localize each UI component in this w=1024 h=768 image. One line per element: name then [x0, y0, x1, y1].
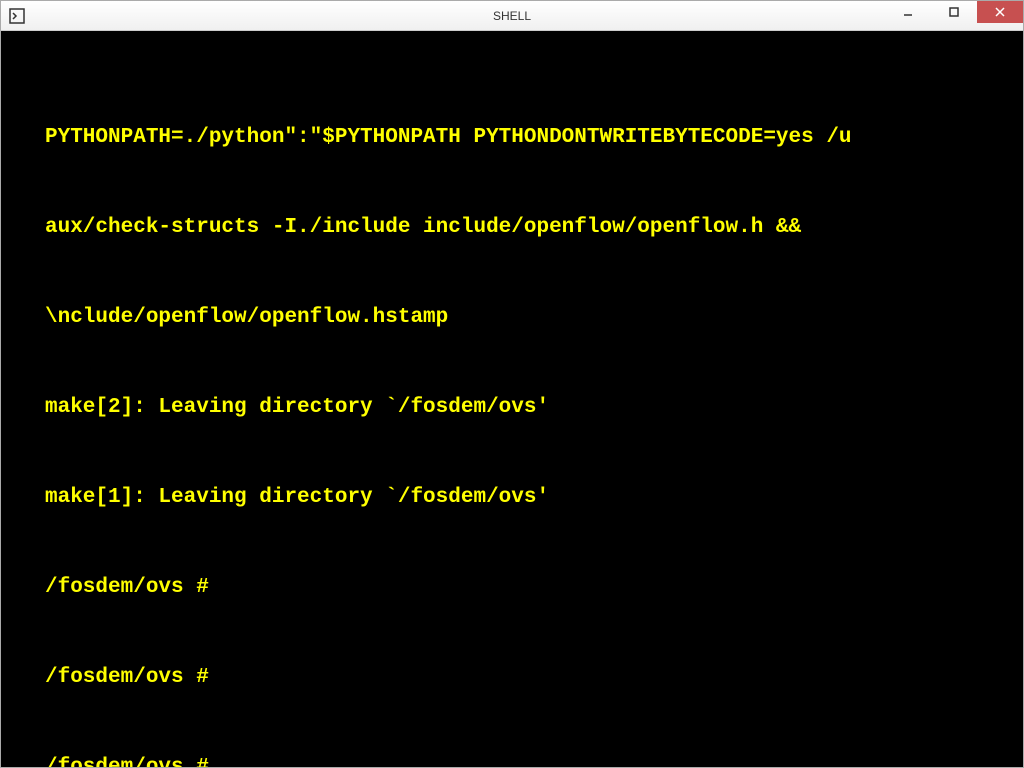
terminal-line: /fosdem/ovs # [45, 663, 1023, 693]
terminal-line: \nclude/openflow/openflow.hstamp [45, 303, 1023, 333]
close-button[interactable] [977, 1, 1023, 23]
terminal-line: /fosdem/ovs # [45, 573, 1023, 603]
app-icon [7, 6, 27, 26]
terminal-line: /fosdem/ovs # [45, 753, 1023, 767]
minimize-button[interactable] [885, 1, 931, 23]
terminal-line: make[1]: Leaving directory `/fosdem/ovs' [45, 483, 1023, 513]
terminal-output[interactable]: PYTHONPATH=./python":"$PYTHONPATH PYTHON… [1, 31, 1023, 767]
maximize-button[interactable] [931, 1, 977, 23]
shell-window: SHELL PYTHONPATH=./python":"$PYTHONPATH … [0, 0, 1024, 768]
terminal-line: aux/check-structs -I./include include/op… [45, 213, 1023, 243]
window-title: SHELL [493, 9, 531, 23]
terminal-line: PYTHONPATH=./python":"$PYTHONPATH PYTHON… [45, 123, 1023, 153]
titlebar[interactable]: SHELL [1, 1, 1023, 31]
window-controls [885, 1, 1023, 23]
terminal-line: make[2]: Leaving directory `/fosdem/ovs' [45, 393, 1023, 423]
